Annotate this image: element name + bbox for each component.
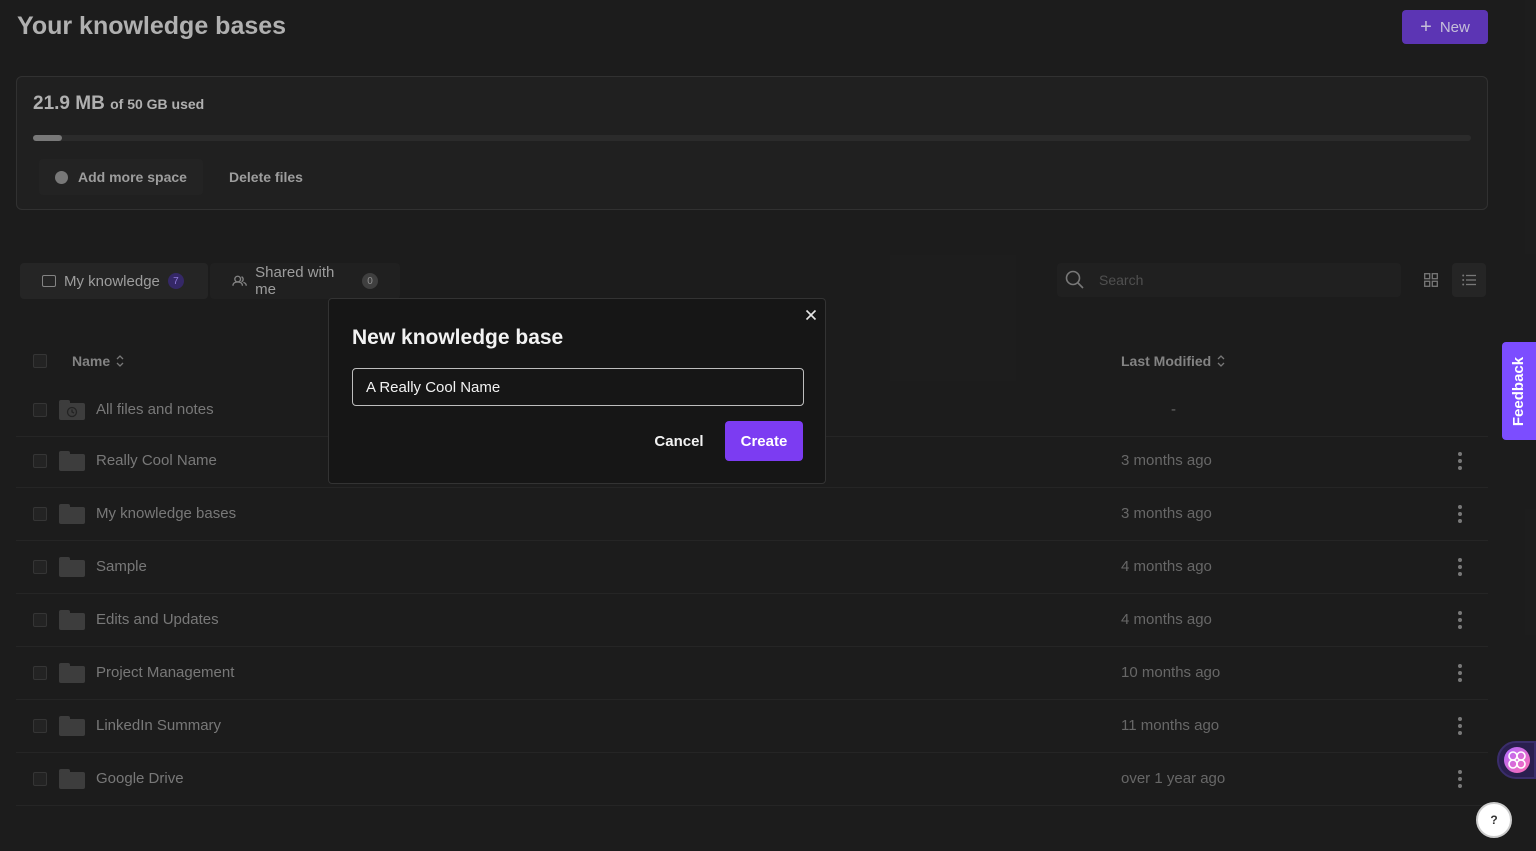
cancel-button[interactable]: Cancel — [639, 421, 719, 461]
dialog-title: New knowledge base — [352, 326, 564, 349]
feedback-button[interactable]: Feedback — [1502, 342, 1536, 440]
knowledge-base-name-input[interactable] — [352, 368, 804, 406]
assistant-button[interactable] — [1497, 741, 1536, 779]
help-button[interactable]: ? — [1476, 802, 1512, 838]
create-button[interactable]: Create — [725, 421, 803, 461]
feedback-label: Feedback — [1510, 356, 1528, 426]
close-icon[interactable] — [801, 305, 821, 325]
new-knowledge-base-dialog: New knowledge base Cancel Create — [328, 298, 826, 484]
brain-icon — [1503, 747, 1530, 773]
